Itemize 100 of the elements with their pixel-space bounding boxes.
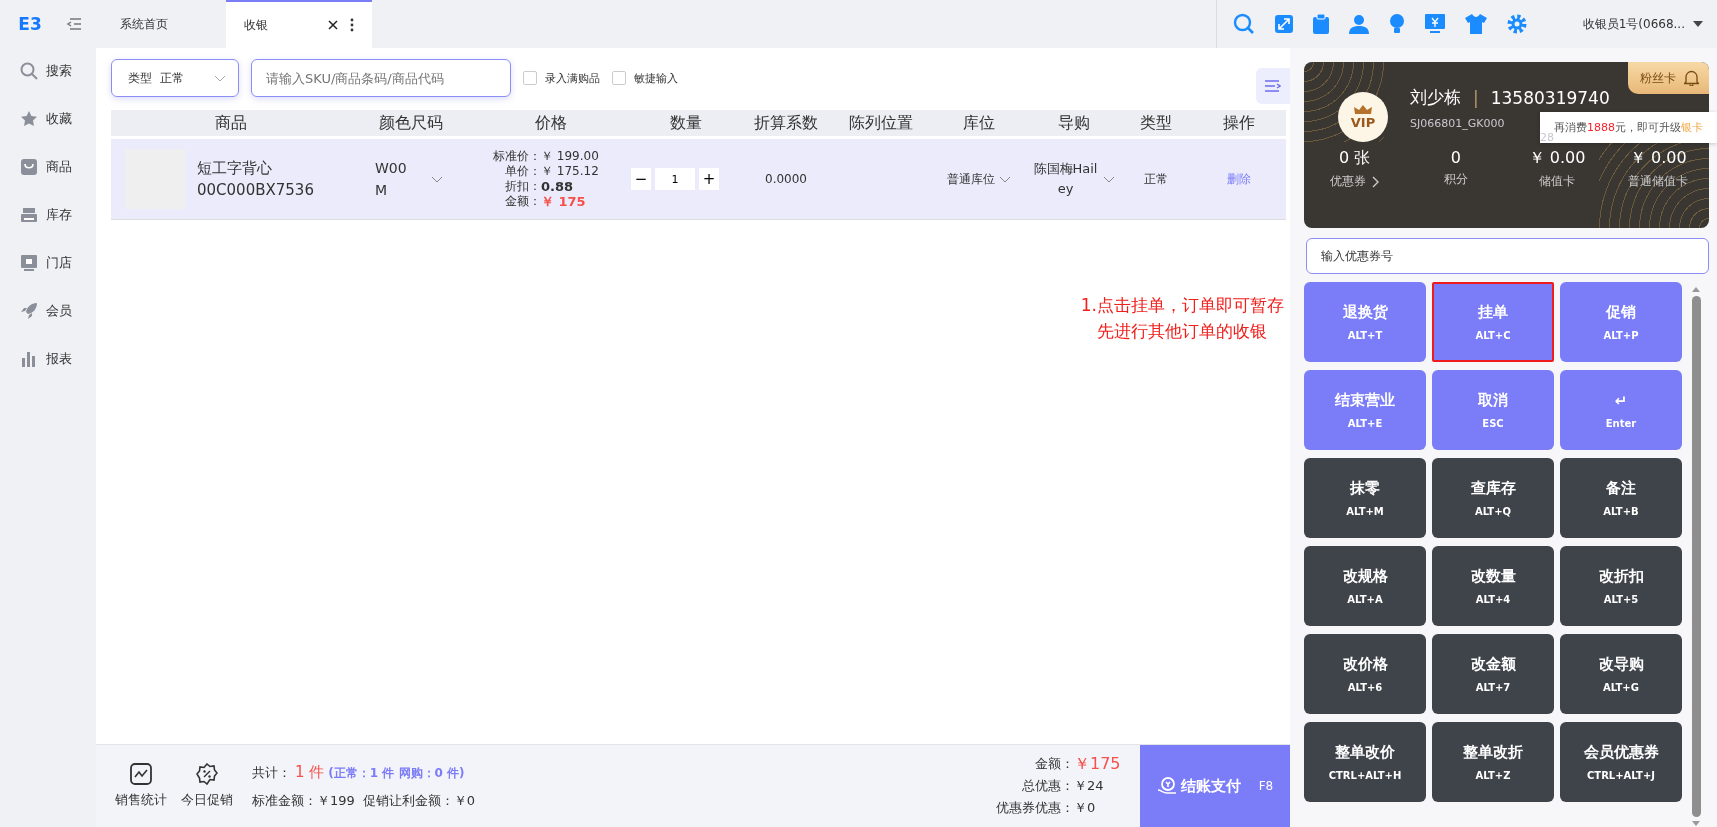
price-label: 金额： (504, 194, 541, 209)
line-chart-icon (130, 763, 152, 785)
member-name: 刘少栋 (1410, 86, 1461, 109)
menu-icon[interactable] (66, 17, 82, 31)
function-key[interactable]: 备注 ALT+B (1560, 458, 1682, 538)
member-phone: 13580319740 (1490, 87, 1610, 108)
type-select[interactable]: 类型 正常 (111, 59, 239, 97)
scroll-down-icon[interactable] (1692, 821, 1700, 827)
product-name: 短工字背心 (197, 158, 273, 179)
column-header: 陈列位置 (848, 112, 914, 134)
promo-amount: 促销让利金额：￥0 (362, 791, 476, 810)
sidebar-item[interactable]: 门店 (0, 252, 96, 274)
more-icon[interactable] (350, 18, 354, 32)
clipboard-icon[interactable] (1312, 14, 1329, 34)
checkbox[interactable] (523, 71, 537, 85)
chevron-right-icon (1372, 175, 1380, 188)
column-header: 折算系数 (753, 112, 819, 134)
checkbox-label[interactable]: 录入满购品 (545, 70, 600, 86)
user-icon[interactable] (1348, 14, 1369, 34)
stat-label: 普通储值卡 (1628, 173, 1689, 190)
stat-value: ￥ 0.00 (1528, 148, 1586, 169)
function-key[interactable]: 改金额 ALT+7 (1432, 634, 1554, 714)
location-select[interactable]: 普通库位 (946, 170, 995, 188)
fullscreen-icon[interactable] (1274, 15, 1293, 33)
search-icon (20, 62, 38, 80)
table-cell-text: 正常 (1143, 170, 1169, 188)
list-toggle-button[interactable] (1256, 68, 1290, 104)
amount-value: ￥24 (1074, 777, 1105, 795)
search-icon[interactable] (1232, 13, 1255, 35)
chevron-icon (431, 175, 443, 183)
chevron-icon (1102, 175, 1115, 183)
function-key[interactable]: 抹零 ALT+M (1304, 458, 1426, 538)
column-header: 商品 (214, 112, 248, 134)
bag-icon (20, 158, 38, 176)
fan-card-badge[interactable]: 粉丝卡 (1628, 62, 1709, 94)
column-header: 操作 (1221, 112, 1256, 134)
bell-icon (1684, 70, 1699, 86)
total-count: 1 件 (295, 762, 325, 782)
stat-value: 0 张 (1339, 148, 1371, 169)
column-header: 库位 (961, 112, 996, 134)
close-icon[interactable] (328, 20, 338, 30)
crown-icon (1354, 104, 1372, 115)
column-header: 类型 (1139, 112, 1173, 134)
settings-icon[interactable] (1506, 14, 1527, 34)
stat-value: ￥ 0.00 (1630, 148, 1687, 169)
function-key[interactable]: 整单改折 ALT+Z (1432, 722, 1554, 802)
sidebar-item[interactable]: 搜索 (0, 60, 96, 82)
function-key[interactable]: 整单改价 CTRL+ALT+H (1304, 722, 1426, 802)
function-key[interactable]: 改价格 ALT+6 (1304, 634, 1426, 714)
function-key[interactable]: 改数量 ALT+4 (1432, 546, 1554, 626)
price-value: ￥ 199.00 (541, 149, 599, 164)
coupon-field[interactable]: 输入优惠券号 (1306, 238, 1709, 274)
tab[interactable]: 系统首页 (102, 0, 186, 48)
price-label: 折扣： (504, 179, 541, 194)
spec-select[interactable]: W00M (375, 157, 413, 201)
price-value: 0.88 (541, 179, 574, 194)
price-value: ￥ 175 (541, 194, 586, 209)
function-key[interactable]: 查库存 ALT+Q (1432, 458, 1554, 538)
function-key[interactable]: 改规格 ALT+A (1304, 546, 1426, 626)
monitor-icon[interactable] (1424, 14, 1445, 34)
coin-hand-icon (1156, 776, 1177, 796)
scroll-up-icon[interactable] (1692, 286, 1700, 292)
checkbox-label[interactable]: 敏捷输入 (634, 70, 678, 86)
price-label: 单价： (504, 164, 541, 179)
tab-label[interactable]: 系统首页 (120, 15, 168, 33)
function-key[interactable]: 改导购 ALT+G (1560, 634, 1682, 714)
sidebar-item[interactable]: 会员 (0, 300, 96, 322)
stat-value: 0 (1450, 148, 1461, 167)
tab-label[interactable]: 收银 (244, 16, 316, 34)
sidebar-item[interactable]: 报表 (0, 348, 96, 370)
search-field[interactable]: 请输入SKU/商品条码/商品代码 (251, 59, 511, 97)
stat-link[interactable]: 优惠券 (1330, 173, 1380, 190)
tab[interactable]: 收银 (226, 0, 372, 48)
sidebar-item[interactable]: 库存 (0, 204, 96, 226)
chevron-icon (214, 74, 226, 82)
monitor-icon (20, 254, 38, 272)
bar-chart-icon (20, 350, 38, 368)
lightbulb-icon[interactable] (1388, 14, 1405, 34)
footer-tool[interactable]: 销售统计 (108, 763, 174, 809)
tshirt-icon[interactable] (1464, 14, 1487, 34)
function-key[interactable]: 会员优惠券 CTRL+ALT+J (1560, 722, 1682, 802)
sidebar-item[interactable]: 商品 (0, 156, 96, 178)
quantity-field[interactable]: 1 (655, 168, 695, 190)
amount-label: 金额： (1035, 755, 1074, 773)
vip-avatar: VIP (1338, 92, 1388, 142)
caret-icon (1693, 21, 1703, 27)
decrease-button[interactable]: − (631, 168, 651, 190)
column-header: 导购 (1056, 112, 1091, 134)
user-menu[interactable]: 收银员1号(0668... (1582, 15, 1703, 33)
product-code: 00C000BX7536 (197, 180, 314, 201)
column-header: 数量 (669, 112, 703, 134)
standard-amount: 标准金额：￥199 (252, 791, 355, 810)
guide-select[interactable]: 陈国梅Hailey (1032, 159, 1099, 199)
footer-tool[interactable]: 今日促销 (174, 763, 240, 809)
table-row[interactable]: 短工字背心 00C000BX7536 W00M 标准价：￥ 199.00 单价：￥ 175.12 折扣：0.88 金额：￥ 175 − 1 + 0.0000 普通库位 陈国梅Hailey 正常 删除 (111, 139, 1286, 220)
checkbox[interactable] (612, 71, 626, 85)
column-header: 价格 (534, 112, 568, 134)
function-key[interactable]: 改折扣 ALT+5 (1560, 546, 1682, 626)
sidebar-item[interactable]: 收藏 (0, 108, 96, 130)
increase-button[interactable]: + (699, 168, 719, 190)
